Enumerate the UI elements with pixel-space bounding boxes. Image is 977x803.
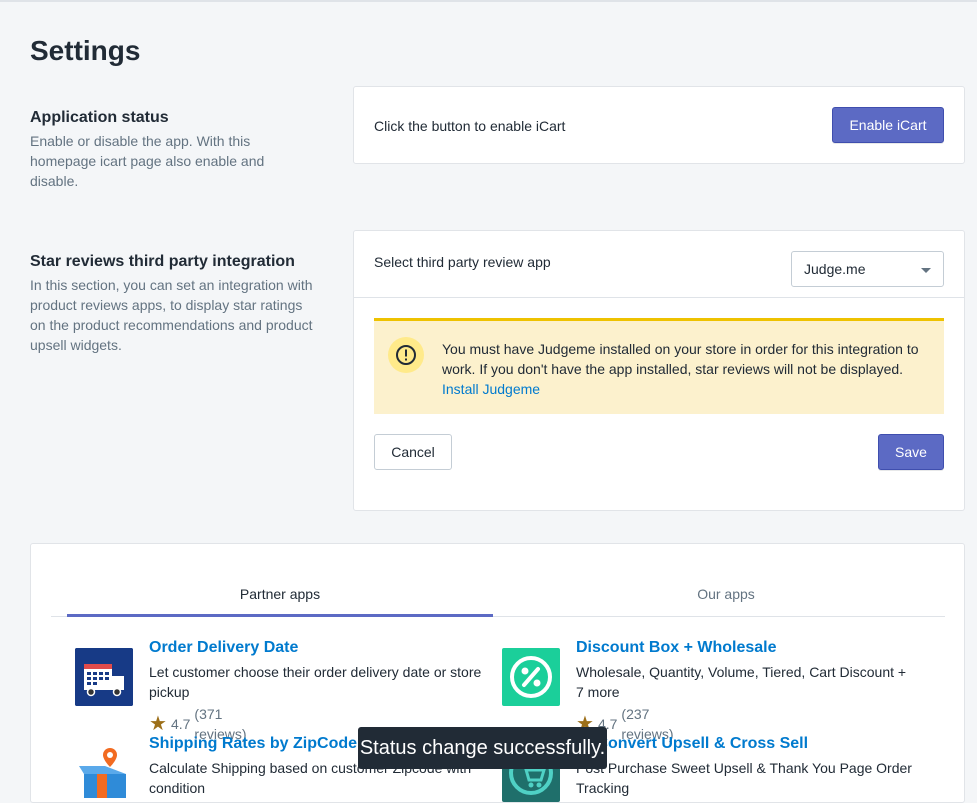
location-box-icon — [75, 744, 133, 802]
chevron-down-icon — [921, 268, 931, 273]
review-app-select-value: Judge.me — [804, 261, 866, 277]
save-button[interactable]: Save — [878, 434, 944, 470]
enable-icart-button[interactable]: Enable iCart — [832, 107, 944, 143]
star-reviews-description: In this section, you can set an integrat… — [30, 277, 313, 353]
app-description: Post Purchase Sweet Upsell & Thank You P… — [576, 760, 912, 796]
app-status-title: Application status — [30, 109, 169, 126]
install-judgeme-link[interactable]: Install Judgeme — [442, 379, 540, 399]
app-description: Wholesale, Quantity, Volume, Tiered, Car… — [576, 664, 907, 700]
active-tab-indicator — [67, 614, 493, 617]
percent-icon — [502, 648, 560, 706]
warning-banner: You must have Judgeme installed on your … — [374, 318, 944, 414]
status-toast: Status change successfully. — [358, 727, 607, 769]
app-name-link[interactable]: Order Delivery Date — [149, 638, 298, 658]
review-app-select[interactable]: Judge.me — [791, 251, 944, 287]
app-name-link[interactable]: ReConvert Upsell & Cross Sell — [576, 734, 808, 754]
app-name-link[interactable]: Shipping Rates by ZipCode — [149, 734, 357, 754]
rating-value: 4.7 — [170, 716, 191, 732]
tab-partner-apps[interactable]: Partner apps — [67, 584, 493, 604]
app-description: Let customer choose their order delivery… — [149, 664, 482, 700]
delivery-truck-calendar-icon — [75, 648, 133, 706]
page-title: Settings — [30, 35, 141, 66]
app-name-link[interactable]: Discount Box + Wholesale — [576, 638, 776, 658]
select-review-app-label: Select third party review app — [374, 254, 551, 270]
warning-banner-text: You must have Judgeme installed on your … — [442, 341, 919, 377]
app-status-card-text: Click the button to enable iCart — [374, 118, 566, 134]
star-icon: ★ — [149, 713, 167, 735]
app-status-card: Click the button to enable iCart Enable … — [353, 86, 965, 164]
top-divider — [0, 0, 977, 2]
tab-our-apps[interactable]: Our apps — [493, 584, 959, 604]
star-reviews-card: Select third party review app Judge.me Y… — [353, 230, 965, 511]
card-divider — [354, 297, 964, 298]
app-status-description: Enable or disable the app. With this hom… — [30, 133, 265, 189]
cancel-button[interactable]: Cancel — [374, 434, 452, 470]
star-reviews-title: Star reviews third party integration — [30, 253, 295, 270]
warning-icon — [388, 337, 424, 373]
